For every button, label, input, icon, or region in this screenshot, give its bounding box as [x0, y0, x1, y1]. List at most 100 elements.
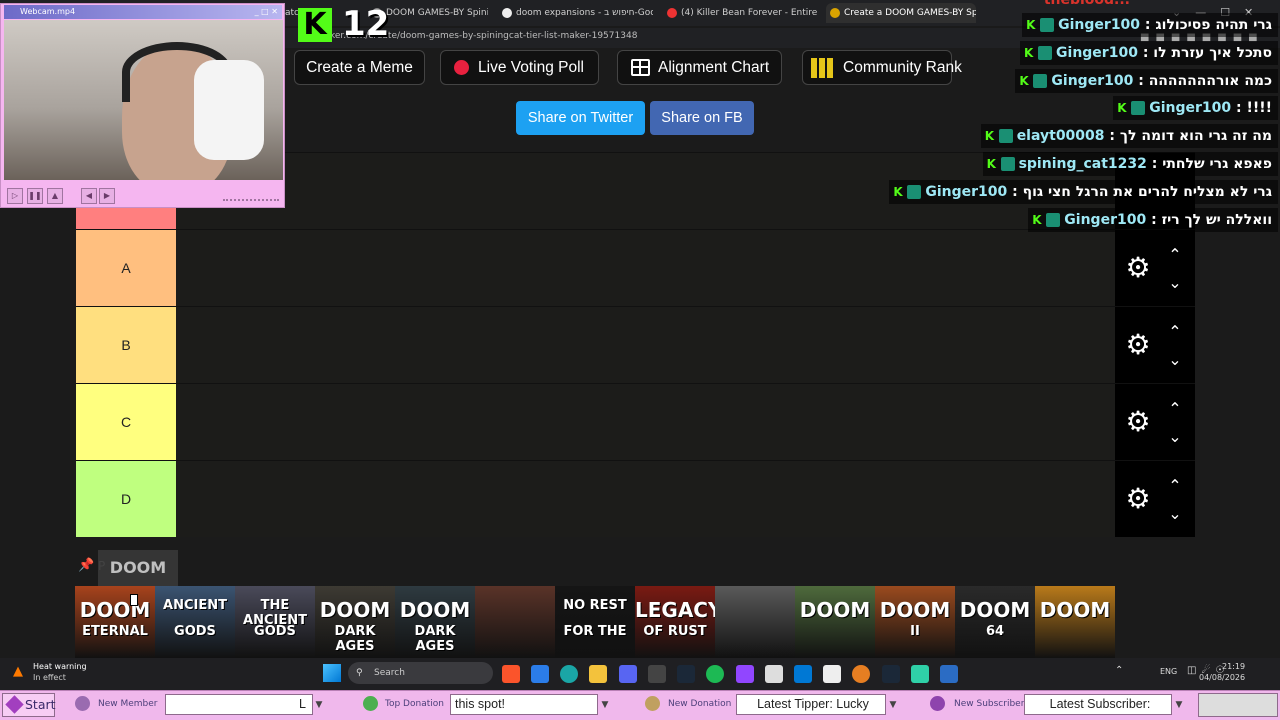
system-tray-box[interactable] — [1198, 693, 1278, 717]
game-item[interactable]: DOOM ETERNAL — [75, 586, 155, 658]
game-item[interactable] — [475, 586, 555, 658]
edge-icon[interactable] — [560, 665, 578, 683]
gear-icon[interactable]: ⚙ — [1123, 484, 1153, 514]
clock-time[interactable]: 21:19 — [1222, 662, 1245, 671]
dropdown-arrow-icon[interactable]: ▼ — [1172, 697, 1186, 713]
brave-icon[interactable] — [502, 665, 520, 683]
tray-overflow-icon[interactable]: ⌃ — [1115, 665, 1123, 676]
alignment-chart-button[interactable]: Alignment Chart — [617, 50, 782, 85]
game-title-line2: DARK AGES — [334, 624, 376, 654]
game-item[interactable]: DOOM II — [875, 586, 955, 658]
dropdown-arrow-icon[interactable]: ▼ — [598, 697, 612, 713]
gear-icon[interactable]: ⚙ — [1123, 407, 1153, 437]
taskbar-search[interactable]: ⚲ Search — [348, 662, 493, 684]
chat-text: : גרי לא מצליח להרים את הרגל חצי גוף — [1012, 183, 1272, 200]
game-item[interactable]: DOOM — [795, 586, 875, 658]
tab-youtube[interactable]: (4) Killer Bean Forever - Entire First S — [663, 3, 818, 23]
rank-grid-icon — [811, 58, 835, 78]
tier-label-a[interactable]: A — [76, 230, 176, 306]
windows-start-icon[interactable] — [323, 664, 341, 682]
vscode-icon[interactable] — [794, 665, 812, 683]
tier-label-b[interactable]: B — [76, 307, 176, 383]
chat-username[interactable]: Ginger100 — [1051, 73, 1133, 89]
spotify-icon[interactable] — [706, 665, 724, 683]
file-explorer-icon[interactable] — [589, 665, 607, 683]
chat-username[interactable]: Ginger100 — [1056, 45, 1138, 61]
chevron-up-icon[interactable]: ⌃ — [1165, 247, 1185, 263]
game-title-line2: ETERNAL — [82, 624, 148, 639]
webcam-window-controls[interactable]: _ □ ✕ — [255, 5, 278, 19]
game-item[interactable] — [715, 586, 795, 658]
latest-tipper-box[interactable]: Latest Tipper: Lucky — [736, 694, 886, 715]
chevron-up-icon[interactable]: ⌃ — [1165, 478, 1185, 494]
steam-icon[interactable] — [882, 665, 900, 683]
dropdown-arrow-icon[interactable]: ▼ — [312, 697, 326, 713]
game-item[interactable]: DOOM 64 — [955, 586, 1035, 658]
game-item[interactable]: DOOM DARK AGES — [395, 586, 475, 658]
notepad-icon[interactable] — [823, 665, 841, 683]
chevron-down-icon[interactable]: ⌄ — [1165, 429, 1185, 445]
game-item[interactable]: DOOM — [1035, 586, 1115, 658]
latest-subscriber-box[interactable]: Latest Subscriber: — [1024, 694, 1172, 715]
tab-google-search[interactable]: doom expansions - חיפוש ב-Google — [498, 3, 653, 23]
microphone-icon[interactable] — [765, 665, 783, 683]
chevron-down-icon[interactable]: ⌄ — [1165, 275, 1185, 291]
game-item[interactable]: DOOM DARK AGES — [315, 586, 395, 658]
chat-username[interactable]: Ginger100 — [1149, 100, 1231, 116]
tier-dropzone[interactable] — [176, 384, 1115, 460]
new-member-box[interactable]: L — [165, 694, 313, 715]
stop-button[interactable]: ▲ — [47, 188, 63, 204]
game-title-line1: DOOM — [319, 598, 391, 622]
tier-dropzone[interactable] — [176, 461, 1115, 537]
language-indicator[interactable]: ENG — [1160, 667, 1177, 676]
next-button[interactable]: ▶ — [99, 188, 115, 204]
app-icon[interactable] — [911, 665, 929, 683]
live-voting-poll-button[interactable]: Live Voting Poll — [440, 50, 599, 85]
tier-dropzone[interactable] — [176, 307, 1115, 383]
game-title-line1: NO REST — [563, 598, 627, 613]
chevron-up-icon[interactable]: ⌃ — [1165, 401, 1185, 417]
app-icon[interactable] — [940, 665, 958, 683]
play-button[interactable]: ▷ — [7, 188, 23, 204]
gear-icon[interactable]: ⚙ — [1123, 253, 1153, 283]
chat-username[interactable]: elayt00008 — [1017, 128, 1105, 144]
chat-message: Kspining_cat1232 : פאפא גרי שלחתי — [982, 152, 1278, 176]
subscriber-badge-icon — [1038, 45, 1053, 60]
clock-date[interactable]: 04/08/2026 — [1199, 673, 1245, 682]
tier-controls: ⚙ ⌃ ⌄ — [1115, 307, 1195, 383]
volume-slider[interactable] — [223, 191, 279, 201]
store-icon[interactable] — [648, 665, 666, 683]
heat-warning-title[interactable]: Heat warning — [33, 662, 87, 671]
share-twitter-button[interactable]: Share on Twitter — [516, 101, 645, 135]
kick-badge-icon: K — [1117, 101, 1127, 116]
tier-dropzone[interactable] — [176, 230, 1115, 306]
chevron-up-icon[interactable]: ⌃ — [1165, 324, 1185, 340]
gear-icon[interactable]: ⚙ — [1123, 330, 1153, 360]
start-button[interactable]: Start — [2, 693, 56, 717]
app-icon[interactable] — [852, 665, 870, 683]
chat-username[interactable]: spining_cat1232 — [1019, 156, 1147, 172]
chat-username[interactable]: Ginger100 — [1058, 17, 1140, 33]
pause-button[interactable]: ❚❚ — [27, 188, 43, 204]
game-item[interactable]: ANCIENT GODS — [155, 586, 235, 658]
dragged-item[interactable]: DOOM — [98, 550, 178, 586]
pin-icon[interactable]: 📌 — [78, 558, 94, 573]
chat-username[interactable]: Ginger100 — [925, 184, 1007, 200]
chevron-down-icon[interactable]: ⌄ — [1165, 352, 1185, 368]
dropdown-arrow-icon[interactable]: ▼ — [886, 697, 900, 713]
previous-button[interactable]: ◀ — [81, 188, 97, 204]
game-item[interactable]: LEGACY OF RUST — [635, 586, 715, 658]
steam-icon[interactable] — [677, 665, 695, 683]
share-facebook-button[interactable]: Share on FB — [650, 101, 754, 135]
chevron-down-icon[interactable]: ⌄ — [1165, 506, 1185, 522]
game-item[interactable]: NO REST FOR THE — [555, 586, 635, 658]
tier-label-d[interactable]: D — [76, 461, 176, 537]
create-meme-button[interactable]: Create a Meme — [294, 50, 425, 85]
chat-username[interactable]: Ginger100 — [1064, 212, 1146, 228]
obs-icon[interactable] — [736, 665, 754, 683]
discord-icon[interactable] — [619, 665, 637, 683]
copilot-icon[interactable] — [531, 665, 549, 683]
game-item[interactable]: THE ANCIENT GODS — [235, 586, 315, 658]
top-donation-box[interactable]: this spot! — [450, 694, 598, 715]
tier-label-c[interactable]: C — [76, 384, 176, 460]
